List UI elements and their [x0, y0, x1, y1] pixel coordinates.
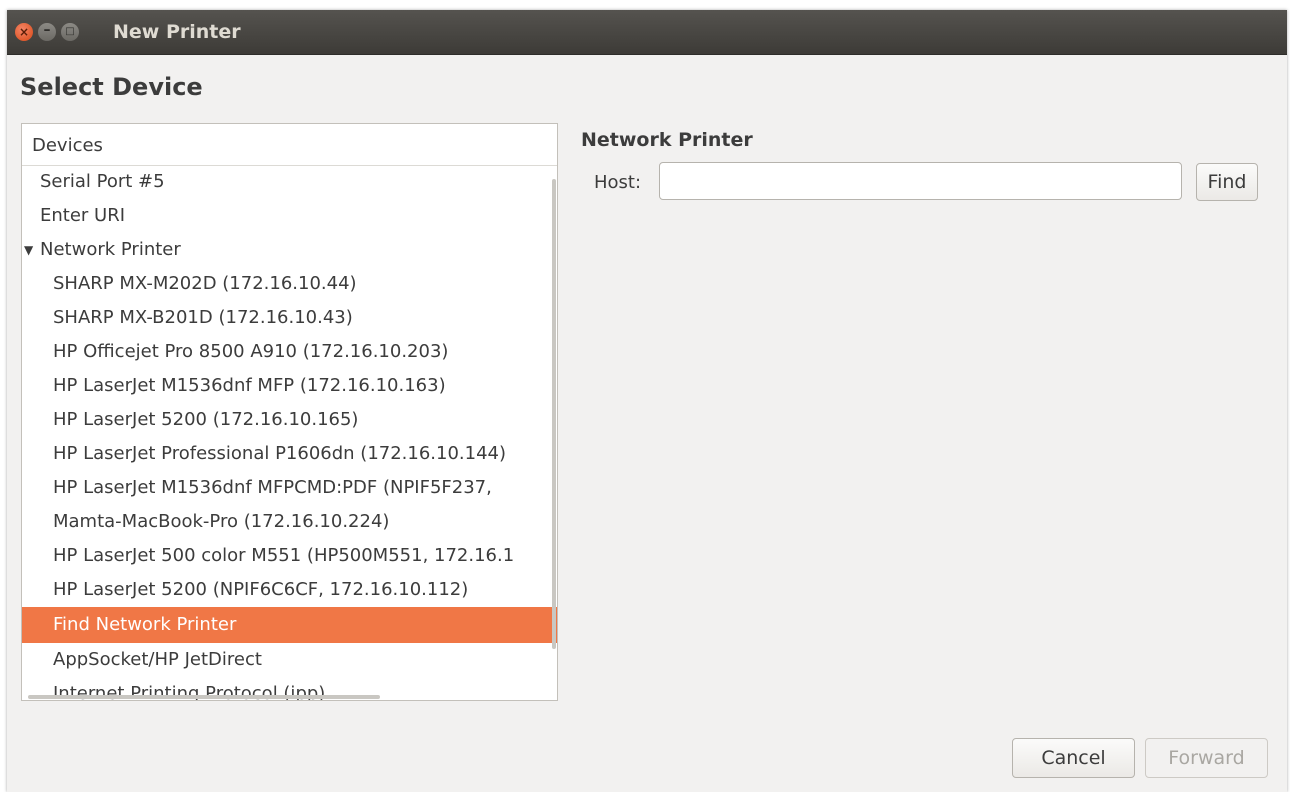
device-item-sharp-mx-b201d[interactable]: SHARP MX-B201D (172.16.10.43) — [22, 301, 557, 335]
device-item-hp-m1536dnf-pdf[interactable]: HP LaserJet M1536dnf MFPCMD:PDF (NPIF5F2… — [22, 471, 557, 505]
devices-column-header[interactable]: Devices — [22, 124, 557, 166]
title-bar: × – □ New Printer — [7, 10, 1287, 55]
page-heading: Select Device — [20, 73, 203, 101]
device-item-label: HP LaserJet 5200 (172.16.10.165) — [53, 409, 359, 430]
horizontal-scrollbar[interactable] — [28, 695, 380, 699]
device-item-hp-5200[interactable]: HP LaserJet 5200 (172.16.10.165) — [22, 403, 557, 437]
device-list-panel: Devices Serial Port #5 Enter URI ▼ Netwo… — [21, 123, 558, 701]
network-printer-title: Network Printer — [581, 129, 753, 151]
cancel-button[interactable]: Cancel — [1012, 738, 1135, 778]
close-icon[interactable]: × — [15, 23, 33, 41]
device-item-label: Serial Port #5 — [40, 171, 165, 192]
new-printer-window: × – □ New Printer Select Device Devices … — [7, 10, 1287, 792]
forward-button[interactable]: Forward — [1145, 738, 1268, 778]
device-item-hp-m1536dnf[interactable]: HP LaserJet M1536dnf MFP (172.16.10.163) — [22, 369, 557, 403]
minimize-icon[interactable]: – — [38, 23, 56, 41]
window-title: New Printer — [113, 21, 241, 43]
device-item-label: SHARP MX-M202D (172.16.10.44) — [53, 273, 357, 294]
devices-column-header-label: Devices — [32, 135, 103, 156]
device-item-hp-500-color[interactable]: HP LaserJet 500 color M551 (HP500M551, 1… — [22, 539, 557, 573]
device-item-find-network-printer[interactable]: Find Network Printer — [22, 607, 557, 643]
device-item-label: HP LaserJet 5200 (NPIF6C6CF, 172.16.10.1… — [53, 579, 469, 600]
vertical-scrollbar[interactable] — [552, 179, 556, 649]
maximize-icon[interactable]: □ — [61, 23, 79, 41]
device-item-hp-5200-npif[interactable]: HP LaserJet 5200 (NPIF6C6CF, 172.16.10.1… — [22, 573, 557, 607]
device-item-label: HP LaserJet 500 color M551 (HP500M551, 1… — [53, 545, 515, 566]
device-item-sharp-mx-m202d[interactable]: SHARP MX-M202D (172.16.10.44) — [22, 267, 557, 301]
device-item-enter-uri[interactable]: Enter URI — [22, 199, 557, 233]
device-item-label: HP Officejet Pro 8500 A910 (172.16.10.20… — [53, 341, 449, 362]
device-item-label: HP LaserJet M1536dnf MFP (172.16.10.163) — [53, 375, 446, 396]
host-input[interactable] — [659, 162, 1182, 200]
expander-down-icon[interactable]: ▼ — [24, 233, 33, 267]
device-item-hp-p1606dn[interactable]: HP LaserJet Professional P1606dn (172.16… — [22, 437, 557, 471]
device-item-label: HP LaserJet Professional P1606dn (172.16… — [53, 443, 507, 464]
device-item-label: AppSocket/HP JetDirect — [53, 649, 262, 670]
device-item-serial-port[interactable]: Serial Port #5 — [22, 165, 557, 199]
device-tree: Serial Port #5 Enter URI ▼ Network Print… — [22, 165, 557, 700]
device-item-hp-officejet-pro[interactable]: HP Officejet Pro 8500 A910 (172.16.10.20… — [22, 335, 557, 369]
device-item-mamta-macbook[interactable]: Mamta-MacBook-Pro (172.16.10.224) — [22, 505, 557, 539]
device-item-label: Mamta-MacBook-Pro (172.16.10.224) — [53, 511, 390, 532]
device-item-label: HP LaserJet M1536dnf MFPCMD:PDF (NPIF5F2… — [53, 477, 492, 498]
device-item-network-printer[interactable]: ▼ Network Printer — [22, 233, 557, 267]
device-item-label: Enter URI — [40, 205, 126, 226]
device-item-appsocket[interactable]: AppSocket/HP JetDirect — [22, 643, 557, 677]
host-label: Host: — [594, 172, 642, 193]
find-button[interactable]: Find — [1196, 163, 1258, 201]
device-item-label: SHARP MX-B201D (172.16.10.43) — [53, 307, 353, 328]
device-item-label: Network Printer — [40, 239, 181, 260]
device-item-label: Find Network Printer — [53, 614, 237, 635]
